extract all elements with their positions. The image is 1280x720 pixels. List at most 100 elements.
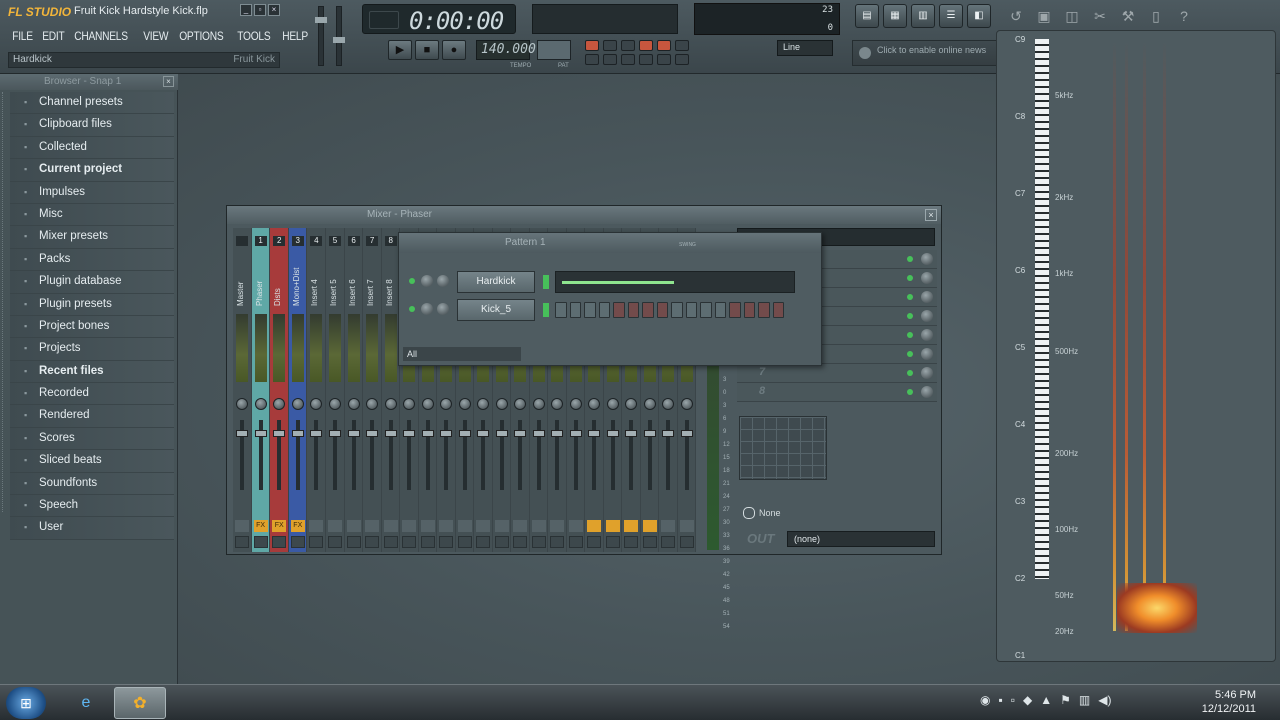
channel-filter[interactable]: All [403, 347, 521, 361]
browser-item[interactable]: Mixer presets [10, 226, 174, 249]
browser-item[interactable]: Channel presets [10, 92, 174, 115]
undo-icon[interactable]: ↺ [1005, 4, 1027, 28]
fx-indicator[interactable] [605, 520, 620, 532]
mixer-track[interactable]: Master [233, 228, 252, 552]
volume-fader[interactable] [477, 420, 490, 490]
channel-mute-led[interactable] [409, 306, 415, 312]
taskbar-clock[interactable]: 5:46 PM 12/12/2011 [1202, 688, 1256, 716]
volume-fader[interactable] [662, 420, 675, 490]
fx-indicator[interactable] [457, 520, 472, 532]
multilink-icon[interactable] [603, 54, 617, 65]
step-button[interactable] [656, 302, 668, 318]
tray-icon[interactable]: ▪ [998, 693, 1002, 707]
help-icon[interactable]: ? [1173, 4, 1195, 28]
pan-knob[interactable] [532, 398, 545, 410]
pan-knob[interactable] [606, 398, 619, 410]
route-button[interactable] [383, 536, 398, 548]
save-icon[interactable]: ▣ [1033, 4, 1055, 28]
step-sequencer-titlebar[interactable]: Pattern 1 SWING [399, 233, 821, 253]
mixer-track[interactable]: 4 Insert 4 [307, 228, 326, 552]
effect-slot[interactable]: 7 [737, 364, 937, 383]
fx-indicator[interactable] [439, 520, 454, 532]
blend-notes-icon[interactable] [639, 40, 653, 51]
slot-enable-led[interactable] [907, 389, 913, 395]
menu-options[interactable]: OPTIONS [175, 27, 228, 45]
mixer-track[interactable]: 2 Dists FX [270, 228, 289, 552]
eq-graph[interactable] [739, 416, 827, 480]
step-button[interactable] [714, 302, 726, 318]
mixer-track[interactable]: 6 Insert 6 [344, 228, 364, 552]
route-button[interactable] [327, 536, 342, 548]
channel-pan-knob[interactable] [421, 303, 433, 315]
tempo-display[interactable]: 140.000 [476, 40, 536, 60]
menu-file[interactable]: FILE [8, 27, 37, 45]
pan-knob[interactable] [273, 398, 286, 410]
volume-fader[interactable] [273, 420, 286, 490]
browser-item[interactable]: Impulses [10, 181, 174, 204]
menu-view[interactable]: VIEW [139, 27, 173, 45]
step-button[interactable] [743, 302, 755, 318]
routing-selector[interactable]: None [739, 506, 821, 520]
pan-knob[interactable] [477, 398, 490, 410]
volume-fader[interactable] [403, 420, 416, 490]
channel-name-button[interactable]: Kick_5 [457, 299, 535, 321]
midi-icon[interactable] [657, 54, 671, 65]
pan-knob[interactable] [291, 398, 304, 410]
browser-item[interactable]: Project bones [10, 315, 174, 339]
pan-knob[interactable] [236, 398, 248, 410]
overdub-icon[interactable] [621, 54, 635, 65]
fx-indicator[interactable] [476, 520, 491, 532]
pan-knob[interactable] [514, 398, 527, 410]
pan-knob[interactable] [495, 398, 508, 410]
step-button[interactable] [685, 302, 697, 318]
browser-item[interactable]: Current project [10, 159, 174, 182]
browser-item[interactable]: Soundfonts [10, 472, 174, 496]
slot-enable-led[interactable] [907, 294, 913, 300]
browser-item[interactable]: Scores [10, 427, 174, 451]
route-button[interactable] [531, 536, 546, 548]
volume-fader[interactable] [569, 420, 582, 490]
master-pitch-slider[interactable] [333, 6, 345, 66]
menu-help[interactable]: HELP [278, 27, 312, 45]
fx-indicator[interactable] [365, 520, 380, 532]
route-button[interactable] [309, 536, 324, 548]
loop-record-icon[interactable] [657, 40, 671, 51]
route-button[interactable] [494, 536, 509, 548]
slot-enable-led[interactable] [907, 351, 913, 357]
pan-knob[interactable] [310, 398, 323, 410]
restore-icon[interactable]: ▫ [254, 4, 266, 16]
fx-indicator[interactable]: FX [290, 520, 305, 532]
punch-icon[interactable] [639, 54, 653, 65]
fx-indicator[interactable] [346, 520, 361, 532]
slot-mix-knob[interactable] [921, 291, 933, 303]
show-hidden-icons[interactable]: ▲ [1040, 693, 1052, 707]
output-selector[interactable]: (none) [787, 531, 935, 547]
menu-tools[interactable]: TOOLS [233, 27, 275, 45]
channel-pan-knob[interactable] [421, 275, 433, 287]
browser-item[interactable]: Sliced beats [10, 450, 174, 473]
browser-item[interactable]: Plugin presets [10, 293, 174, 316]
route-button[interactable] [235, 536, 249, 548]
step-button[interactable] [772, 302, 784, 318]
fx-indicator[interactable] [531, 520, 546, 532]
network-icon[interactable]: ▥ [1079, 693, 1090, 707]
close-icon[interactable]: × [925, 209, 937, 221]
pan-knob[interactable] [421, 398, 434, 410]
slot-mix-knob[interactable] [921, 272, 933, 284]
volume-fader[interactable] [458, 420, 471, 490]
route-button[interactable] [365, 536, 380, 548]
slot-mix-knob[interactable] [921, 367, 933, 379]
stop-button[interactable]: ■ [415, 40, 439, 60]
countdown-icon[interactable] [621, 40, 635, 51]
fx-indicator[interactable] [642, 520, 657, 532]
fx-indicator[interactable]: FX [272, 520, 287, 532]
browser-item[interactable]: Recent files [10, 360, 174, 384]
volume-fader[interactable] [625, 420, 638, 490]
volume-fader[interactable] [347, 420, 360, 490]
render-icon[interactable]: ◫ [1061, 4, 1083, 28]
browser-item[interactable]: Clipboard files [10, 114, 174, 137]
typing-keyboard-icon[interactable] [585, 54, 599, 65]
route-button[interactable] [605, 536, 620, 548]
fx-indicator[interactable] [494, 520, 509, 532]
volume-fader[interactable] [236, 420, 248, 490]
